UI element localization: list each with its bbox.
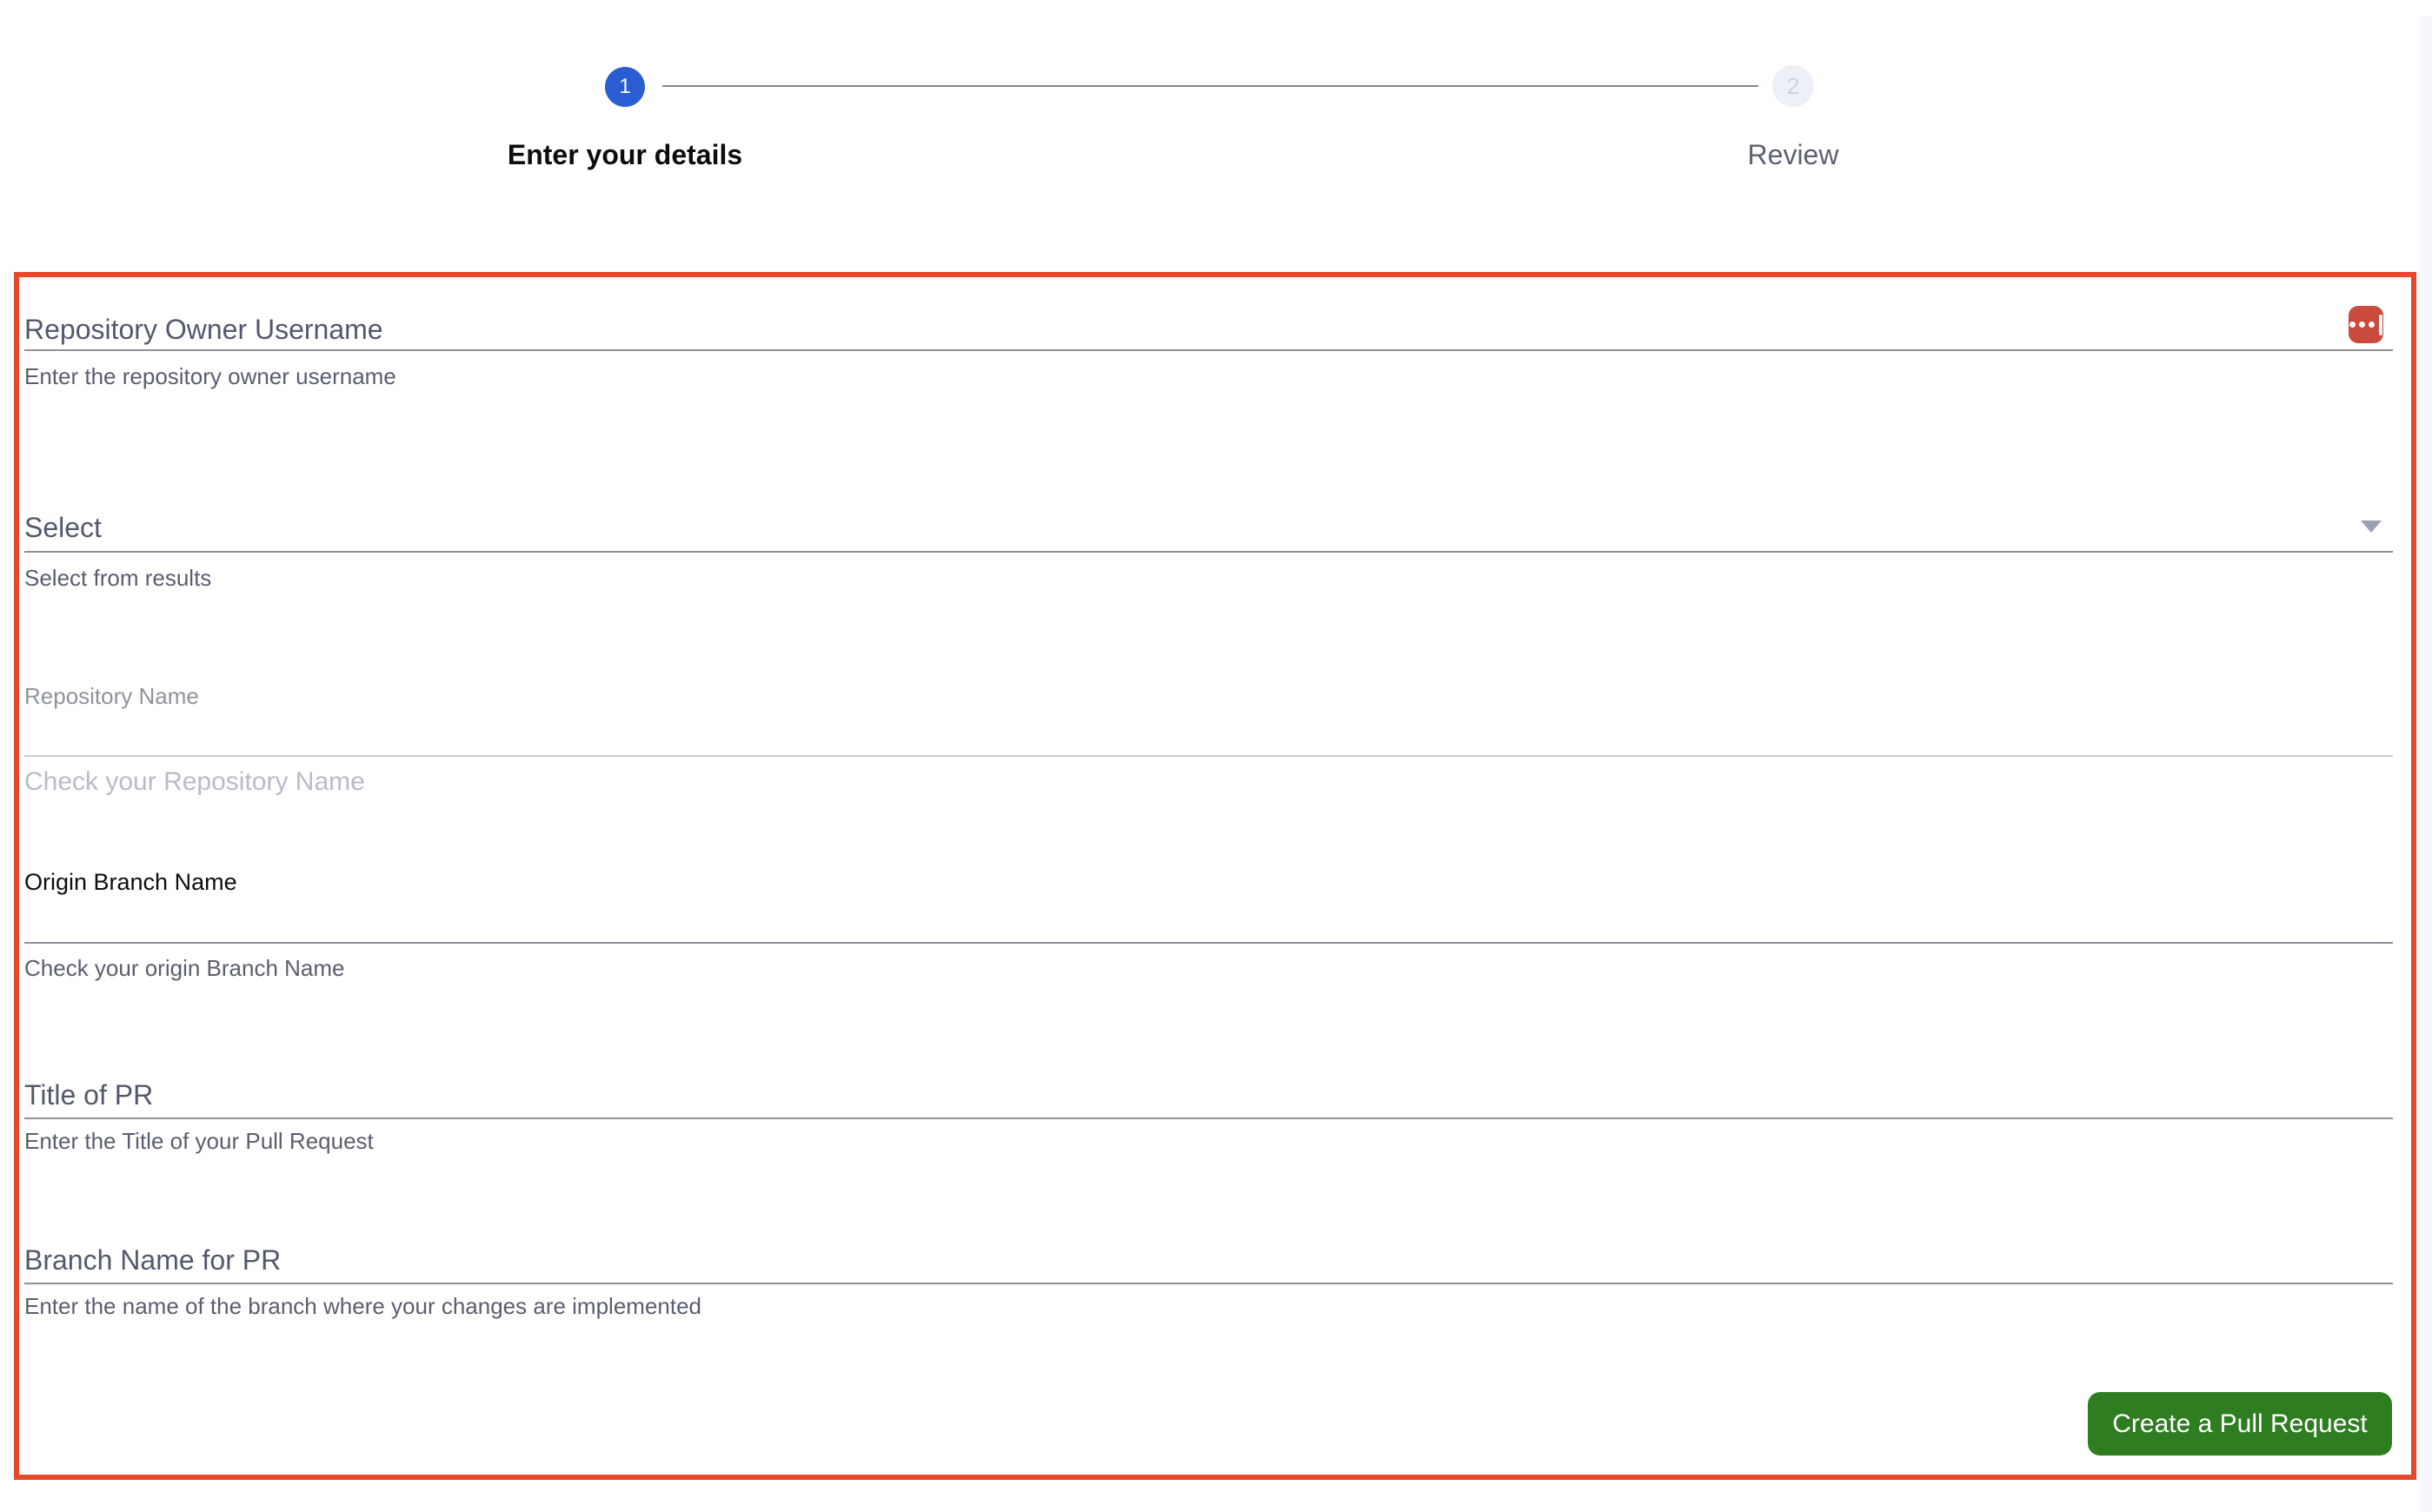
select-underline	[24, 551, 2393, 553]
step-1-number: 1	[619, 75, 631, 98]
origin-branch-name-input[interactable]	[24, 862, 2393, 945]
pr-title-input[interactable]	[24, 1071, 2393, 1121]
repository-name-input[interactable]	[24, 678, 2393, 758]
pr-title-underline	[24, 1117, 2393, 1119]
pr-branch-name-helper: Enter the name of the branch where your …	[24, 1293, 702, 1319]
step-connector	[662, 85, 1758, 87]
select-helper: Select from results	[24, 565, 212, 591]
repo-owner-username-underline	[24, 349, 2393, 351]
select-input[interactable]	[24, 502, 2393, 554]
page: 1 2 Enter your details Review Repository…	[0, 0, 2432, 1512]
origin-branch-name-helper: Check your origin Branch Name	[24, 955, 345, 981]
step-1-label: Enter your details	[507, 139, 743, 170]
repo-owner-username-helper: Enter the repository owner username	[24, 363, 396, 389]
step-2-number: 2	[1786, 72, 1800, 99]
step-2-label: Review	[1747, 139, 1839, 170]
step-1-indicator: 1	[605, 67, 645, 107]
create-pull-request-button[interactable]: Create a Pull Request	[2088, 1392, 2392, 1456]
chevron-down-icon[interactable]	[2361, 521, 2382, 533]
scrollbar[interactable]	[2420, 16, 2432, 1512]
repo-owner-username-input[interactable]	[24, 304, 2393, 353]
repository-name-helper: Check your Repository Name	[24, 767, 365, 796]
pr-branch-name-input[interactable]	[24, 1236, 2393, 1286]
step-2-indicator: 2	[1772, 65, 1814, 107]
origin-branch-name-underline	[24, 942, 2393, 944]
pr-branch-name-underline	[24, 1283, 2393, 1284]
lastpass-icon[interactable]	[2349, 306, 2383, 343]
repository-name-underline	[24, 755, 2393, 757]
pr-title-helper: Enter the Title of your Pull Request	[24, 1128, 374, 1154]
